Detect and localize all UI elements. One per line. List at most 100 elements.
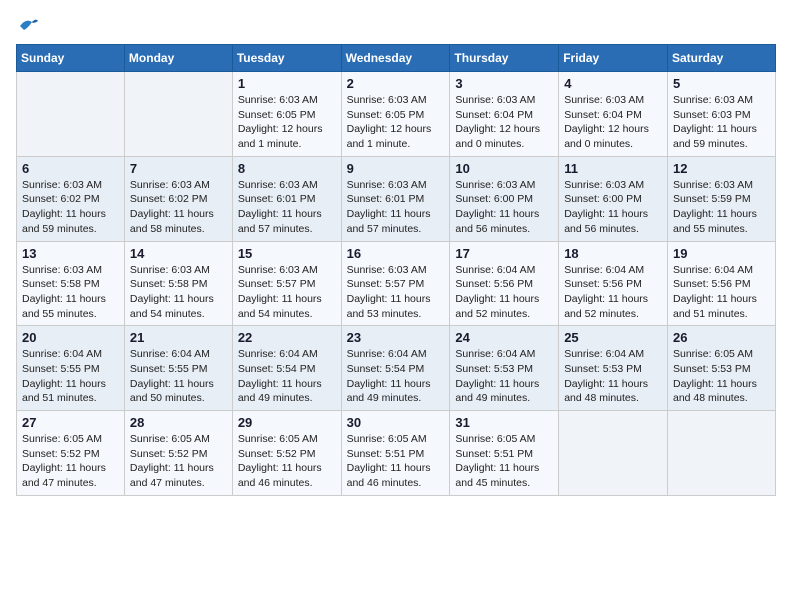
day-number: 6 — [22, 161, 119, 176]
day-info: Sunrise: 6:03 AMSunset: 6:04 PMDaylight:… — [455, 93, 553, 152]
calendar-cell: 3 Sunrise: 6:03 AMSunset: 6:04 PMDaylight… — [450, 72, 559, 157]
day-number: 20 — [22, 330, 119, 345]
day-info: Sunrise: 6:03 AMSunset: 5:57 PMDaylight:… — [238, 263, 336, 322]
day-info: Sunrise: 6:05 AMSunset: 5:52 PMDaylight:… — [130, 432, 227, 491]
day-number: 15 — [238, 246, 336, 261]
day-number: 30 — [347, 415, 445, 430]
calendar-cell: 18Sunrise: 6:04 AMSunset: 5:56 PMDayligh… — [559, 241, 668, 326]
calendar-cell: 22Sunrise: 6:04 AMSunset: 5:54 PMDayligh… — [232, 326, 341, 411]
day-info: Sunrise: 6:04 AMSunset: 5:54 PMDaylight:… — [347, 347, 445, 406]
day-info: Sunrise: 6:04 AMSunset: 5:55 PMDaylight:… — [22, 347, 119, 406]
day-info: Sunrise: 6:04 AMSunset: 5:54 PMDaylight:… — [238, 347, 336, 406]
logo-bird-icon — [18, 16, 40, 34]
logo — [16, 16, 40, 32]
calendar-cell: 5Sunrise: 6:03 AMSunset: 6:03 PMDaylight… — [668, 72, 776, 157]
calendar-cell: 25 Sunrise: 6:04 AMSunset: 5:53 PMDayligh… — [559, 326, 668, 411]
day-info: Sunrise: 6:03 AMSunset: 6:02 PMDaylight:… — [130, 178, 227, 237]
day-info: Sunrise: 6:03 AMSunset: 6:00 PMDaylight:… — [564, 178, 662, 237]
weekday-header: Thursday — [450, 45, 559, 72]
day-number: 8 — [238, 161, 336, 176]
weekday-header: Sunday — [17, 45, 125, 72]
day-info: Sunrise: 6:03 AMSunset: 6:03 PMDaylight:… — [673, 93, 770, 152]
day-info: Sunrise: 6:04 AMSunset: 5:53 PMDaylight:… — [455, 347, 553, 406]
weekday-header: Monday — [124, 45, 232, 72]
day-number: 19 — [673, 246, 770, 261]
day-info: Sunrise: 6:03 AMSunset: 6:01 PMDaylight:… — [347, 178, 445, 237]
day-number: 4 — [564, 76, 662, 91]
day-info: Sunrise: 6:03 AMSunset: 6:00 PMDaylight:… — [455, 178, 553, 237]
day-info: Sunrise: 6:04 AMSunset: 5:56 PMDaylight:… — [455, 263, 553, 322]
day-info: Sunrise: 6:04 AMSunset: 5:55 PMDaylight:… — [130, 347, 227, 406]
calendar-cell: 19 Sunrise: 6:04 AMSunset: 5:56 PMDayligh… — [668, 241, 776, 326]
calendar-cell: 30 Sunrise: 6:05 AMSunset: 5:51 PMDayligh… — [341, 411, 450, 496]
header-row: SundayMondayTuesdayWednesdayThursdayFrid… — [17, 45, 776, 72]
day-info: Sunrise: 6:05 AMSunset: 5:53 PMDaylight:… — [673, 347, 770, 406]
day-number: 11 — [564, 161, 662, 176]
calendar-cell — [668, 411, 776, 496]
calendar-cell: 1 Sunrise: 6:03 AMSunset: 6:05 PMDaylight… — [232, 72, 341, 157]
calendar-cell: 8 Sunrise: 6:03 AMSunset: 6:01 PMDaylight… — [232, 156, 341, 241]
calendar-cell: 21Sunrise: 6:04 AMSunset: 5:55 PMDayligh… — [124, 326, 232, 411]
day-number: 13 — [22, 246, 119, 261]
calendar-cell: 6 Sunrise: 6:03 AMSunset: 6:02 PMDaylight… — [17, 156, 125, 241]
day-number: 26 — [673, 330, 770, 345]
calendar-cell: 28 Sunrise: 6:05 AMSunset: 5:52 PMDayligh… — [124, 411, 232, 496]
day-info: Sunrise: 6:05 AMSunset: 5:52 PMDaylight:… — [238, 432, 336, 491]
calendar-cell: 14 Sunrise: 6:03 AMSunset: 5:58 PMDayligh… — [124, 241, 232, 326]
calendar-cell: 13 Sunrise: 6:03 AMSunset: 5:58 PMDayligh… — [17, 241, 125, 326]
calendar-cell: 12 Sunrise: 6:03 AMSunset: 5:59 PMDayligh… — [668, 156, 776, 241]
day-number: 14 — [130, 246, 227, 261]
day-number: 16 — [347, 246, 445, 261]
day-number: 9 — [347, 161, 445, 176]
calendar-week-row: 13 Sunrise: 6:03 AMSunset: 5:58 PMDayligh… — [17, 241, 776, 326]
day-info: Sunrise: 6:04 AMSunset: 5:56 PMDaylight:… — [673, 263, 770, 322]
day-number: 24 — [455, 330, 553, 345]
calendar-cell: 23 Sunrise: 6:04 AMSunset: 5:54 PMDayligh… — [341, 326, 450, 411]
day-number: 10 — [455, 161, 553, 176]
day-number: 28 — [130, 415, 227, 430]
calendar-cell: 24 Sunrise: 6:04 AMSunset: 5:53 PMDayligh… — [450, 326, 559, 411]
weekday-header: Saturday — [668, 45, 776, 72]
day-info: Sunrise: 6:05 AMSunset: 5:52 PMDaylight:… — [22, 432, 119, 491]
day-info: Sunrise: 6:03 AMSunset: 5:59 PMDaylight:… — [673, 178, 770, 237]
calendar-cell — [559, 411, 668, 496]
calendar-cell: 17 Sunrise: 6:04 AMSunset: 5:56 PMDayligh… — [450, 241, 559, 326]
day-info: Sunrise: 6:03 AMSunset: 6:05 PMDaylight:… — [347, 93, 445, 152]
calendar-cell: 26 Sunrise: 6:05 AMSunset: 5:53 PMDayligh… — [668, 326, 776, 411]
calendar-cell: 2Sunrise: 6:03 AMSunset: 6:05 PMDaylight… — [341, 72, 450, 157]
calendar-cell: 15 Sunrise: 6:03 AMSunset: 5:57 PMDayligh… — [232, 241, 341, 326]
day-info: Sunrise: 6:03 AMSunset: 6:02 PMDaylight:… — [22, 178, 119, 237]
day-number: 1 — [238, 76, 336, 91]
calendar-cell: 7 Sunrise: 6:03 AMSunset: 6:02 PMDaylight… — [124, 156, 232, 241]
day-info: Sunrise: 6:04 AMSunset: 5:53 PMDaylight:… — [564, 347, 662, 406]
weekday-header: Wednesday — [341, 45, 450, 72]
day-number: 7 — [130, 161, 227, 176]
calendar-cell: 16 Sunrise: 6:03 AMSunset: 5:57 PMDayligh… — [341, 241, 450, 326]
day-number: 31 — [455, 415, 553, 430]
calendar-table: SundayMondayTuesdayWednesdayThursdayFrid… — [16, 44, 776, 496]
weekday-header: Friday — [559, 45, 668, 72]
calendar-week-row: 1 Sunrise: 6:03 AMSunset: 6:05 PMDaylight… — [17, 72, 776, 157]
weekday-header: Tuesday — [232, 45, 341, 72]
calendar-cell: 20 Sunrise: 6:04 AMSunset: 5:55 PMDayligh… — [17, 326, 125, 411]
day-number: 29 — [238, 415, 336, 430]
calendar-cell: 31 Sunrise: 6:05 AMSunset: 5:51 PMDayligh… — [450, 411, 559, 496]
day-number: 23 — [347, 330, 445, 345]
day-number: 25 — [564, 330, 662, 345]
day-info: Sunrise: 6:05 AMSunset: 5:51 PMDaylight:… — [455, 432, 553, 491]
calendar-week-row: 6 Sunrise: 6:03 AMSunset: 6:02 PMDaylight… — [17, 156, 776, 241]
day-info: Sunrise: 6:05 AMSunset: 5:51 PMDaylight:… — [347, 432, 445, 491]
day-number: 12 — [673, 161, 770, 176]
day-info: Sunrise: 6:03 AMSunset: 5:57 PMDaylight:… — [347, 263, 445, 322]
day-info: Sunrise: 6:03 AMSunset: 5:58 PMDaylight:… — [22, 263, 119, 322]
calendar-cell — [17, 72, 125, 157]
day-number: 17 — [455, 246, 553, 261]
day-number: 3 — [455, 76, 553, 91]
day-info: Sunrise: 6:03 AMSunset: 6:01 PMDaylight:… — [238, 178, 336, 237]
calendar-cell: 27Sunrise: 6:05 AMSunset: 5:52 PMDayligh… — [17, 411, 125, 496]
calendar-cell: 29 Sunrise: 6:05 AMSunset: 5:52 PMDayligh… — [232, 411, 341, 496]
calendar-week-row: 20 Sunrise: 6:04 AMSunset: 5:55 PMDayligh… — [17, 326, 776, 411]
day-info: Sunrise: 6:03 AMSunset: 6:05 PMDaylight:… — [238, 93, 336, 152]
calendar-cell: 11 Sunrise: 6:03 AMSunset: 6:00 PMDayligh… — [559, 156, 668, 241]
day-info: Sunrise: 6:03 AMSunset: 5:58 PMDaylight:… — [130, 263, 227, 322]
